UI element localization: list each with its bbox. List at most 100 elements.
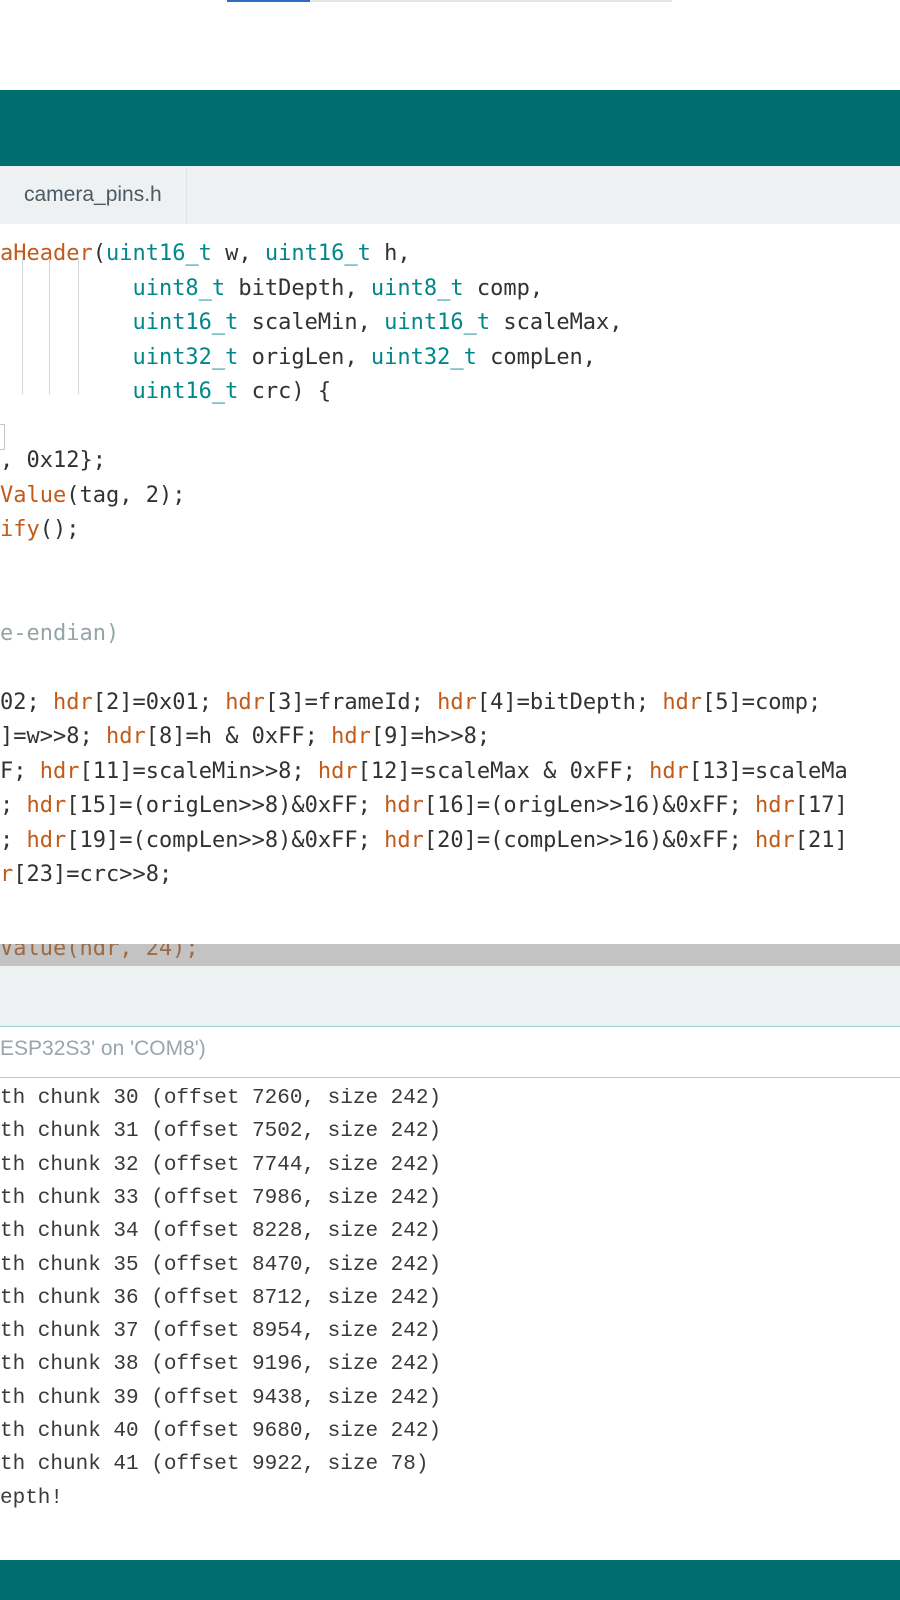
code-editor[interactable]: aHeader(uint16_t w, uint16_t h, uint8_t …	[0, 224, 900, 966]
code-token: [8]=h & 0xFF;	[145, 724, 332, 749]
code-token: r	[0, 862, 14, 887]
code-token: hdr	[225, 689, 265, 715]
code-token: uint8_t	[370, 275, 464, 301]
code-token: (	[92, 241, 106, 266]
code-token: uint32_t	[370, 344, 477, 370]
code-token: compLen,	[476, 344, 597, 370]
code-token: hdr	[649, 758, 689, 784]
code-token: comp,	[463, 275, 544, 301]
code-token: [2]=0x01;	[92, 689, 226, 715]
serial-line: th chunk 38 (offset 9196, size 242)	[0, 1353, 442, 1377]
code-token: [21]	[794, 827, 848, 853]
code-token: bitDepth,	[225, 275, 371, 301]
code-token: [15]=(origLen>>8)&0xFF;	[66, 793, 385, 818]
code-token: hdr	[437, 689, 477, 715]
code-token: uint16_t	[132, 310, 239, 335]
code-token: hdr	[105, 724, 146, 749]
indent-guide	[49, 258, 50, 394]
code-token: hdr	[39, 758, 80, 784]
code-line: e-endian)	[0, 617, 119, 651]
code-token: [12]=scaleMax & 0xFF;	[357, 758, 650, 784]
code-token: hdr	[384, 827, 424, 853]
serial-monitor-title-row: ESP32S3' on 'COM8')	[0, 1027, 900, 1078]
code-token: crc) {	[238, 379, 332, 404]
code-token: [19]=(compLen>>8)&0xFF;	[66, 827, 385, 853]
serial-line: th chunk 35 (offset 8470, size 242)	[0, 1253, 442, 1277]
code-token: [5]=comp;	[702, 689, 822, 715]
code-token: hdr	[384, 793, 424, 818]
code-token: scaleMax,	[490, 310, 623, 335]
output-panel-header	[0, 966, 900, 1027]
code-token: scaleMin,	[238, 310, 385, 335]
code-token: hdr	[26, 793, 67, 818]
code-token: origLen,	[238, 344, 371, 370]
code-token: Value	[0, 482, 67, 508]
loading-progress-fill	[227, 0, 315, 2]
loading-progress-track	[310, 0, 672, 2]
indent-guide	[78, 258, 79, 394]
code-line: ]=w>>8; hdr[8]=h & 0xFF; hdr[9]=h>>8;	[0, 720, 490, 754]
code-token: ify	[0, 517, 40, 542]
serial-output[interactable]: th chunk 30 (offset 7260, size 242) th ch…	[0, 1088, 900, 1528]
code-token: , 0x12};	[0, 448, 106, 473]
code-token: [4]=bitDepth;	[476, 689, 663, 715]
code-line: Value(tag, 2);	[0, 479, 185, 513]
code-line: , 0x12};	[0, 444, 106, 478]
code-token: hdr	[26, 827, 67, 853]
code-token: [17]	[794, 793, 848, 818]
code-token: hdr	[331, 724, 371, 749]
code-token: hdr	[317, 758, 358, 784]
code-token: hdr	[755, 827, 795, 853]
serial-line: th chunk 33 (offset 7986, size 242)	[0, 1186, 442, 1210]
code-line: ; hdr[15]=(origLen>>8)&0xFF; hdr[16]=(or…	[0, 789, 848, 823]
status-bar	[0, 1560, 900, 1600]
code-token: [23]=crc>>8;	[13, 862, 173, 887]
serial-line: epth!	[0, 1486, 64, 1510]
tab-label: camera_pins.h	[24, 183, 162, 206]
code-token: F;	[0, 758, 40, 784]
code-token: [20]=(compLen>>16)&0xFF;	[423, 827, 756, 853]
code-line: uint8_t bitDepth, uint8_t comp,	[0, 272, 543, 306]
code-line: ; hdr[19]=(compLen>>8)&0xFF; hdr[20]=(co…	[0, 824, 848, 858]
code-token: ();	[39, 517, 80, 542]
top-bar	[0, 0, 900, 90]
indent-guide	[22, 258, 23, 394]
editor-tab-bar: camera_pins.h	[0, 166, 900, 225]
code-token: 02;	[0, 689, 53, 715]
serial-line: th chunk 41 (offset 9922, size 78)	[0, 1453, 429, 1477]
code-line: aHeader(uint16_t w, uint16_t h,	[0, 237, 411, 271]
code-token: hdr	[662, 689, 703, 715]
code-token: uint16_t	[264, 241, 371, 266]
text-cursor	[0, 424, 5, 450]
code-line: F; hdr[11]=scaleMin>>8; hdr[12]=scaleMax…	[0, 755, 848, 789]
code-token: hdr	[755, 793, 795, 818]
code-token: uint16_t	[384, 310, 491, 335]
serial-line: th chunk 37 (offset 8954, size 242)	[0, 1320, 442, 1344]
code-token: uint16_t	[105, 241, 212, 266]
code-token: [9]=h>>8;	[370, 724, 491, 749]
code-token: w,	[211, 241, 265, 266]
serial-line: th chunk 39 (offset 9438, size 242)	[0, 1386, 442, 1410]
code-token: ]=w>>8;	[0, 724, 106, 749]
code-token: uint32_t	[132, 344, 239, 370]
code-line: uint16_t scaleMin, uint16_t scaleMax,	[0, 306, 623, 340]
tab-camera-pins[interactable]: camera_pins.h	[0, 166, 187, 224]
code-token: [16]=(origLen>>16)&0xFF;	[423, 793, 756, 818]
code-line: r[23]=crc>>8;	[0, 858, 172, 892]
horizontal-scrollbar[interactable]: Value(hdr, 24);	[0, 944, 900, 966]
serial-line: th chunk 34 (offset 8228, size 242)	[0, 1220, 442, 1244]
code-token: [11]=scaleMin>>8;	[79, 758, 318, 784]
serial-line: th chunk 32 (offset 7744, size 242)	[0, 1153, 442, 1177]
code-line: ify();	[0, 513, 80, 547]
code-token: ;	[0, 827, 27, 853]
code-token: hdr	[52, 689, 93, 715]
serial-line: th chunk 31 (offset 7502, size 242)	[0, 1120, 442, 1144]
code-token: [3]=frameId;	[264, 689, 438, 715]
serial-line: th chunk 36 (offset 8712, size 242)	[0, 1286, 442, 1310]
serial-monitor-title: ESP32S3' on 'COM8')	[0, 1037, 206, 1060]
code-token: [13]=scaleMa	[688, 758, 848, 784]
